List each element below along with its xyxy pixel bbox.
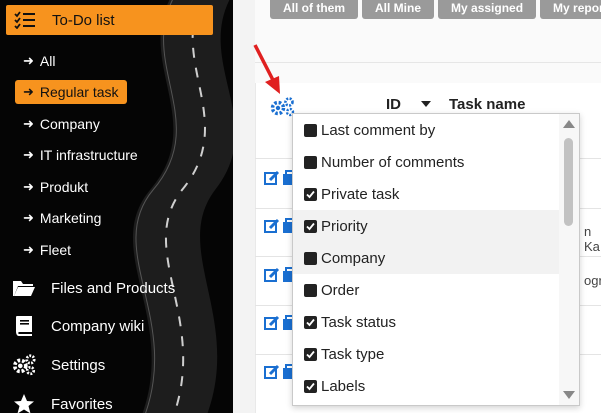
checkbox-checked[interactable] xyxy=(304,379,317,393)
sidebar-item-label: Fleet xyxy=(39,242,72,258)
option-label: Priority xyxy=(321,217,368,235)
arrow-right-icon: ➜ xyxy=(23,210,34,225)
table-cell-task-name: n Ka xyxy=(584,224,600,254)
arrow-right-icon: ➜ xyxy=(23,147,34,162)
sidebar-item-label: Files and Products xyxy=(51,279,176,297)
checkbox-unchecked[interactable] xyxy=(304,155,317,169)
scroll-up-icon[interactable] xyxy=(563,120,575,128)
arrow-right-icon: ➜ xyxy=(23,53,34,68)
sidebar-item-favorites[interactable]: Favorites xyxy=(12,390,113,413)
checkmark-icon xyxy=(306,382,315,390)
todo-list-label: To-Do list xyxy=(52,11,115,29)
checkbox-checked[interactable] xyxy=(304,347,317,361)
column-option-priority[interactable]: Priority xyxy=(293,210,561,242)
sidebar-item-label: Marketing xyxy=(39,210,102,226)
sidebar-item-label: Settings xyxy=(51,356,106,374)
column-option-task-type[interactable]: Task type xyxy=(293,338,561,370)
edit-icon[interactable] xyxy=(264,364,280,380)
column-header-id[interactable]: ID xyxy=(386,96,401,113)
filter-tabs: All of them All Mine My assigned My repo… xyxy=(270,0,601,19)
arrow-right-icon: ➜ xyxy=(23,179,34,194)
table-cell-task-name: ogra xyxy=(584,273,601,288)
sidebar-item-company-wiki[interactable]: Company wiki xyxy=(12,312,144,340)
sidebar-item-label: IT infrastructure xyxy=(39,147,138,163)
sidebar-item-produkt[interactable]: ➜ Produkt xyxy=(15,175,96,199)
checkmark-icon xyxy=(306,222,315,230)
sidebar-item-label: Favorites xyxy=(51,395,113,413)
option-label: Company xyxy=(321,249,386,267)
checkbox-unchecked[interactable] xyxy=(304,283,317,297)
column-option-company[interactable]: Company xyxy=(293,242,561,274)
option-label: Private task xyxy=(321,185,400,203)
column-option-labels[interactable]: Labels xyxy=(293,370,561,402)
sidebar-item-regular-task[interactable]: ➜ Regular task xyxy=(15,80,127,104)
sidebar-item-settings[interactable]: Settings xyxy=(12,351,105,379)
arrow-right-icon: ➜ xyxy=(23,116,34,131)
column-option-last-comment-by[interactable]: Last comment by xyxy=(293,114,561,146)
sidebar-item-label: All xyxy=(39,53,56,69)
column-option-private-task[interactable]: Private task xyxy=(293,178,561,210)
star-icon xyxy=(12,392,36,413)
book-icon xyxy=(12,314,36,338)
option-label: Last comment by xyxy=(321,121,436,139)
checklist-icon xyxy=(14,11,35,29)
checkmark-icon xyxy=(306,190,315,198)
tab-my-reports[interactable]: My reports xyxy=(540,0,601,19)
sort-descending-icon[interactable] xyxy=(421,101,431,107)
scrollbar-thumb[interactable] xyxy=(564,138,573,226)
option-label: Task status xyxy=(321,313,397,331)
checkmark-icon xyxy=(306,318,315,326)
gears-icon xyxy=(12,353,36,377)
sidebar-item-label: Produkt xyxy=(39,179,89,195)
todo-list-header[interactable]: To-Do list xyxy=(6,5,213,35)
option-label: Number of comments xyxy=(321,153,465,171)
arrow-right-icon: ➜ xyxy=(23,84,34,99)
checkbox-unchecked[interactable] xyxy=(304,251,317,265)
arrow-right-icon: ➜ xyxy=(23,242,34,257)
sidebar-item-label: Company xyxy=(39,116,100,132)
red-arrow-icon xyxy=(253,44,280,94)
sidebar-item-marketing[interactable]: ➜ Marketing xyxy=(15,206,109,230)
checkbox-checked[interactable] xyxy=(304,315,317,329)
sidebar-item-it-infrastructure[interactable]: ➜ IT infrastructure xyxy=(15,143,146,167)
option-label: Labels xyxy=(321,377,366,395)
column-option-order[interactable]: Order xyxy=(293,274,561,306)
sidebar-item-label: Company wiki xyxy=(51,317,145,335)
checkbox-checked[interactable] xyxy=(304,187,317,201)
edit-icon[interactable] xyxy=(264,170,280,186)
edit-icon[interactable] xyxy=(264,218,280,234)
tab-all-mine[interactable]: All Mine xyxy=(362,0,435,19)
sidebar: To-Do list ➜ All ➜ Regular task ➜ Compan… xyxy=(0,0,233,413)
sidebar-item-all[interactable]: ➜ All xyxy=(15,49,63,73)
column-option-task-status[interactable]: Task status xyxy=(293,306,561,338)
sidebar-item-files-and-products[interactable]: Files and Products xyxy=(12,274,175,302)
sidebar-item-company[interactable]: ➜ Company xyxy=(15,112,108,136)
folder-icon xyxy=(12,276,36,300)
option-label: Order xyxy=(321,281,360,299)
option-label: Task type xyxy=(321,345,385,363)
sidebar-item-label: Regular task xyxy=(39,84,119,100)
tab-all-of-them[interactable]: All of them xyxy=(270,0,358,19)
column-visibility-dropdown: Last comment by Number of comments Priva… xyxy=(292,113,580,406)
tab-my-assigned[interactable]: My assigned xyxy=(438,0,537,19)
divider xyxy=(255,62,601,63)
column-header-task-name[interactable]: Task name xyxy=(449,96,525,113)
edit-icon[interactable] xyxy=(264,267,280,283)
scroll-down-icon[interactable] xyxy=(563,391,575,399)
edit-icon[interactable] xyxy=(264,315,280,331)
checkbox-checked[interactable] xyxy=(304,219,317,233)
column-option-number-of-comments[interactable]: Number of comments xyxy=(293,146,561,178)
dropdown-scrollbar[interactable] xyxy=(559,114,579,405)
checkbox-unchecked[interactable] xyxy=(304,123,317,137)
checkmark-icon xyxy=(306,350,315,358)
sidebar-item-fleet[interactable]: ➜ Fleet xyxy=(15,238,79,262)
